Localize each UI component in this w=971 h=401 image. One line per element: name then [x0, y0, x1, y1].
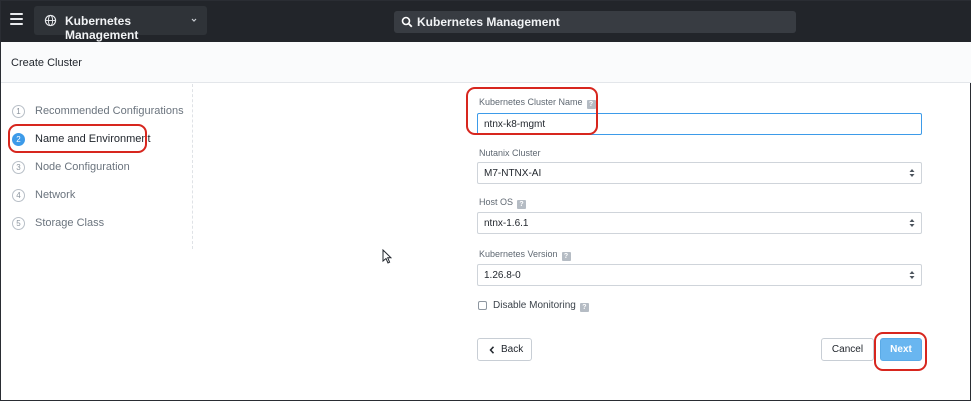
kubernetes-version-value: 1.26.8-0 [484, 270, 521, 281]
select-arrows-icon [909, 271, 915, 279]
top-navigation-bar: Kubernetes Management Kubernetes Managem… [1, 1, 971, 42]
step-number: 1 [12, 105, 25, 118]
kubernetes-version-select[interactable]: 1.26.8-0 [477, 264, 922, 286]
help-icon[interactable]: ? [561, 252, 571, 261]
cancel-button[interactable]: Cancel [821, 338, 874, 361]
host-os-select[interactable]: ntnx-1.6.1 [477, 212, 922, 234]
cancel-label: Cancel [831, 344, 864, 355]
search-text: Kubernetes Management [417, 15, 560, 29]
select-arrows-icon [909, 169, 915, 177]
nutanix-cluster-label: Nutanix Cluster [479, 148, 541, 158]
step-label: Network [35, 189, 76, 201]
nutanix-cluster-value: M7-NTNX-AI [484, 168, 542, 179]
cluster-name-label: Kubernetes Cluster Name? [479, 97, 596, 109]
disable-monitoring-label: Disable Monitoring? [493, 300, 589, 312]
search-icon [401, 16, 413, 28]
mouse-cursor-icon [382, 249, 392, 264]
chevron-left-icon [489, 346, 495, 354]
disable-monitoring-label-text: Disable Monitoring [493, 300, 576, 311]
host-os-value: ntnx-1.6.1 [484, 218, 529, 229]
help-icon[interactable]: ? [579, 303, 589, 312]
kubernetes-version-label: Kubernetes Version? [479, 249, 571, 261]
app-switcher[interactable]: Kubernetes Management [34, 6, 207, 42]
kubernetes-version-label-text: Kubernetes Version [479, 249, 558, 259]
page-title: Create Cluster [11, 57, 82, 69]
globe-icon [44, 14, 57, 27]
step-label: Storage Class [35, 217, 105, 229]
app-name: Kubernetes Management [65, 14, 139, 42]
help-icon[interactable]: ? [517, 200, 527, 209]
step-number: 5 [12, 217, 25, 230]
global-search[interactable]: Kubernetes Management [394, 11, 796, 33]
hamburger-menu-icon[interactable] [10, 13, 23, 25]
back-button[interactable]: Back [477, 338, 532, 361]
cluster-name-input[interactable]: ntnx-k8-mgmt [477, 113, 922, 135]
host-os-label: Host OS? [479, 197, 527, 209]
wizard-steps: 1 Recommended Configurations 2 Name and … [1, 84, 193, 249]
next-button[interactable]: Next [880, 338, 922, 361]
page-header: Create Cluster [1, 42, 971, 83]
step-number: 4 [12, 189, 25, 202]
next-label: Next [890, 344, 912, 355]
step-number: 3 [12, 161, 25, 174]
step-number: 2 [12, 133, 25, 146]
chevron-down-icon [191, 18, 197, 22]
cluster-name-label-text: Kubernetes Cluster Name [479, 97, 583, 107]
step-label: Recommended Configurations [35, 105, 184, 117]
disable-monitoring-checkbox[interactable] [478, 301, 487, 310]
host-os-label-text: Host OS [479, 197, 514, 207]
cluster-name-value: ntnx-k8-mgmt [484, 119, 546, 130]
nutanix-cluster-label-text: Nutanix Cluster [479, 148, 541, 158]
step-label: Name and Environment [35, 133, 151, 145]
step-label: Node Configuration [35, 161, 130, 173]
help-icon[interactable]: ? [586, 100, 596, 109]
nutanix-cluster-select[interactable]: M7-NTNX-AI [477, 162, 922, 184]
select-arrows-icon [909, 219, 915, 227]
back-label: Back [501, 344, 524, 355]
